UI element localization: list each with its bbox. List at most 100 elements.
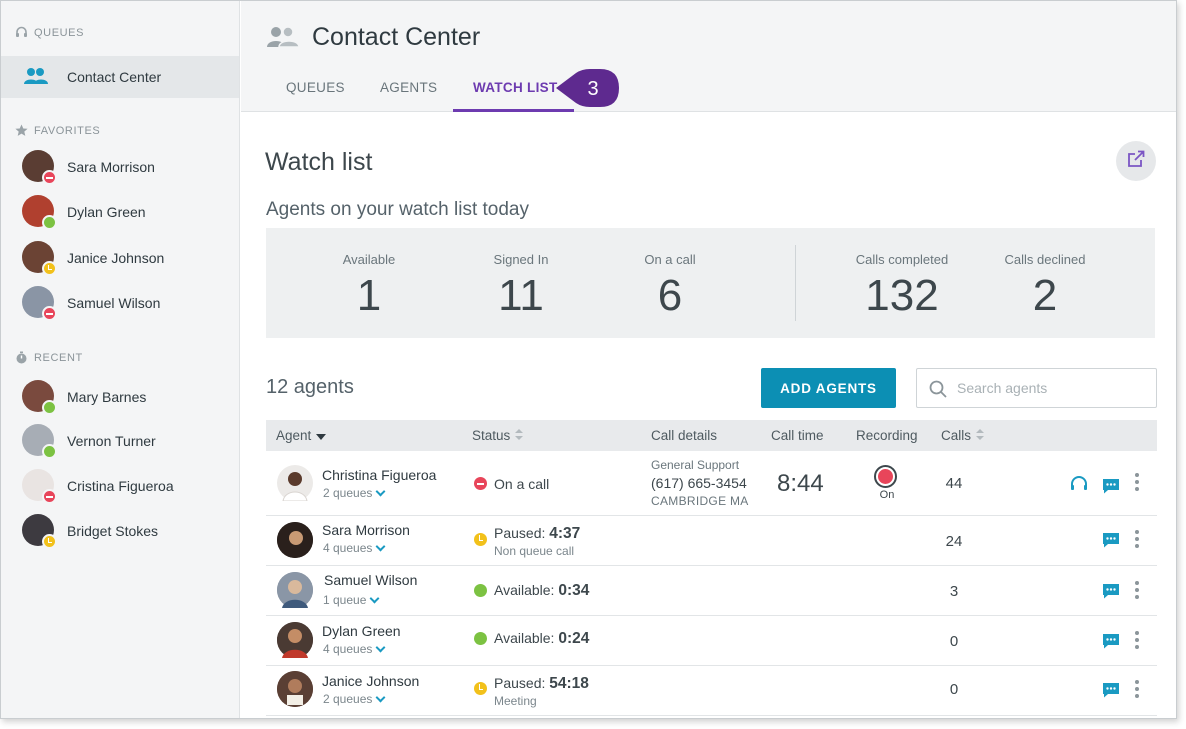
watch-list-panel: Watch list Agents on your watch list tod… [241,113,1176,718]
listen-in-headset-icon[interactable] [1069,475,1089,498]
avatar [22,150,57,185]
sidebar-item-recent[interactable]: Bridget Stokes [1,513,239,549]
search-input[interactable] [957,377,1147,399]
sort-icon [515,428,524,443]
sidebar-item-favorite[interactable]: Janice Johnson [1,240,239,276]
queues-dropdown[interactable]: 2 queues [323,486,386,500]
avatar [22,469,57,504]
pop-out-button[interactable] [1116,141,1156,181]
available-status-icon [474,584,487,597]
queues-dropdown[interactable]: 2 queues [323,692,386,706]
available-status-icon [42,215,57,230]
avatar [22,380,57,415]
avatar [277,622,313,658]
chevron-down-icon [375,692,386,702]
callout-number: 3 [587,78,598,100]
column-header-recording: Recording [856,428,918,443]
people-icon [23,67,49,90]
chevron-down-icon [375,541,386,551]
queues-dropdown[interactable]: 1 queue [323,593,380,607]
page-title: Contact Center [312,23,481,51]
tab-agents[interactable]: AGENTS [380,80,437,95]
more-options-icon[interactable] [1133,530,1141,548]
people-icon [266,26,300,53]
table-row[interactable]: Christina Figueroa 2 queues On a call Ge… [266,451,1157,516]
paused-status-icon [42,534,57,549]
stats-summary: Available 1 Signed In 11 On a call 6 Cal… [266,228,1155,338]
available-status-icon [42,400,57,415]
sidebar-item-recent[interactable]: Vernon Turner [1,423,239,459]
avatar [22,195,57,230]
favorites-section-heading: FAVORITES [15,124,100,137]
call-location: CAMBRIDGE MA [651,494,749,508]
column-header-agent[interactable]: Agent [276,428,327,443]
available-status-icon [42,444,57,459]
sidebar-item-recent[interactable]: Mary Barnes [1,379,239,415]
sort-desc-icon [316,428,327,443]
chat-icon[interactable] [1102,682,1120,703]
paused-status-icon [474,533,487,546]
tab-watch-list[interactable]: WATCH LIST [473,80,558,95]
stat-available: Available 1 [342,252,396,320]
sidebar: QUEUES Contact Center FAVORITES Sara Mor… [1,1,240,718]
call-time: 8:44 [777,470,824,497]
chat-icon[interactable] [1102,532,1120,553]
chevron-down-icon [369,593,380,603]
column-header-status[interactable]: Status [472,428,524,443]
table-header: Agent Status Call details Call time Reco… [266,420,1157,451]
agent-count: 12 agents [266,376,354,398]
more-options-icon[interactable] [1133,631,1141,649]
search-icon [929,380,947,403]
sidebar-item-favorite[interactable]: Dylan Green [1,194,239,230]
queues-dropdown[interactable]: 4 queues [323,642,386,656]
avatar [277,572,313,608]
avatar [22,514,57,549]
star-icon [15,124,28,137]
queues-section-heading: QUEUES [15,26,84,39]
recent-section-heading: RECENT [15,351,83,364]
busy-status-icon [42,170,57,185]
paused-status-icon [474,682,487,695]
chat-icon[interactable] [1102,583,1120,604]
busy-status-icon [42,306,57,321]
stat-calls-declined: Calls declined 2 [1004,252,1086,320]
column-header-call-details: Call details [651,428,718,443]
add-agents-button[interactable]: ADD AGENTS [761,368,896,408]
search-box [916,368,1157,408]
sort-icon [976,428,985,443]
app-window: QUEUES Contact Center FAVORITES Sara Mor… [0,0,1177,719]
avatar [277,465,313,502]
table-row[interactable]: Sara Morrison 4 queues Paused: 4:37 Non … [266,516,1157,566]
stat-on-a-call: On a call 6 [644,252,696,320]
sidebar-item-label: Contact Center [67,69,162,85]
call-number: (617) 665-3454 [651,475,747,491]
stat-calls-completed: Calls completed 132 [855,252,949,320]
more-options-icon[interactable] [1133,680,1141,698]
avatar [22,286,57,321]
avatar [22,241,57,276]
external-link-icon [1127,150,1145,173]
call-queue: General Support [651,458,740,472]
sidebar-item-favorite[interactable]: Samuel Wilson [1,285,239,321]
table-row[interactable]: Samuel Wilson 1 queue Available: 0:34 3 [266,566,1157,616]
busy-status-icon [42,489,57,504]
more-options-icon[interactable] [1133,581,1141,599]
section-heading: Watch list [265,148,373,176]
paused-status-icon [42,261,57,276]
more-options-icon[interactable] [1133,473,1141,491]
column-header-calls[interactable]: Calls [941,428,985,443]
section-subtitle: Agents on your watch list today [266,199,529,220]
table-row[interactable]: Janice Johnson 2 queues Paused: 54:18 Me… [266,666,1157,716]
tab-queues[interactable]: QUEUES [286,80,345,95]
table-row[interactable]: Dylan Green 4 queues Available: 0:24 0 [266,616,1157,666]
stats-divider [795,245,796,321]
queues-dropdown[interactable]: 4 queues [323,541,386,555]
chat-icon[interactable] [1102,633,1120,654]
sidebar-item-contact-center[interactable]: Contact Center [1,56,239,98]
chevron-down-icon [375,486,386,496]
page-header: Contact Center QUEUES AGENTS WATCH LIST … [241,1,1176,112]
active-tab-indicator [453,109,574,112]
sidebar-item-favorite[interactable]: Sara Morrison [1,149,239,185]
chat-icon[interactable] [1102,478,1120,499]
sidebar-item-recent[interactable]: Cristina Figueroa [1,468,239,504]
